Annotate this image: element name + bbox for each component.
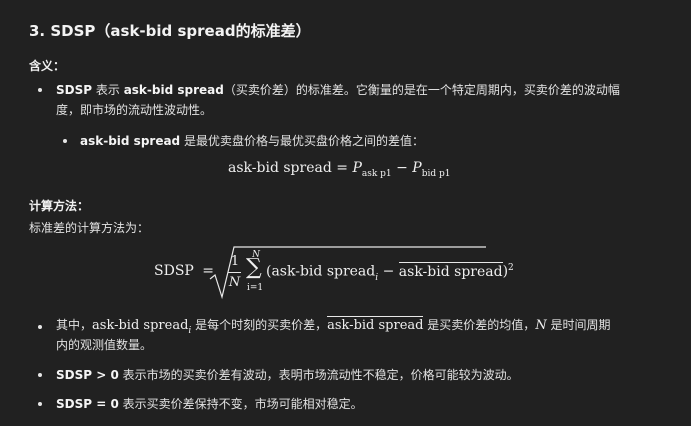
formula1-minus: − [396, 160, 408, 176]
bullet-dot [38, 402, 42, 406]
bullet-dot [63, 139, 67, 143]
sdsp-zero-term: SDSP = 0 [56, 397, 119, 411]
method-text: 标准差的计算方法为： [29, 221, 150, 235]
list-item-spread-definition: ask-bid spread 是最优卖盘价格与最优买盘价格之间的差值： [80, 130, 424, 152]
where-line2: 内的观测值数量。 [56, 338, 153, 352]
formula1-p2: P [412, 160, 422, 176]
formula2-lhs-text: SDSP [154, 263, 194, 279]
bullet-dot [38, 373, 42, 377]
sdsp-positive-text: 表示市场的买卖价差有波动，表明市场流动性不稳定，价格可能较为波动。 [118, 368, 519, 382]
where-mean: ask-bid spread [327, 316, 424, 333]
fraction-den: N [228, 275, 241, 290]
formula1-p: P [352, 160, 362, 176]
list-item-sdsp-definition: SDSP 表示 ask-bid spread（买卖价差）的标准差。它衡量的是在一… [56, 79, 620, 101]
sum-bottom: i=1 [247, 283, 264, 293]
formula1-lhs: ask-bid spread [228, 160, 332, 176]
formula2-term: (ask-bid spreadi − ask-bid spread)2 [266, 261, 514, 283]
where-text-b: 是买卖价差的均值， [423, 318, 536, 332]
where-n: N [535, 318, 547, 333]
formula2-term-sub: i [375, 272, 379, 283]
section-heading: 3. SDSP（ask-bid spread的标准差） [29, 22, 311, 40]
where-text-c: 是时间周期 [546, 318, 611, 332]
meaning-label: 含义： [29, 59, 66, 73]
formula1-eq: = [336, 160, 348, 176]
bullet-dot [38, 88, 42, 92]
formula2-pow: 2 [508, 263, 514, 273]
sdsp-term: SDSP [56, 83, 93, 97]
formula2-minus: − [382, 263, 395, 280]
sum-symbol: ∑ [246, 255, 262, 280]
formula2-term-open: (ask-bid spread [266, 263, 376, 280]
sdsp-zero-text: 表示买卖价差保持不变，市场可能相对稳定。 [118, 397, 363, 411]
item1-text-b: （买卖价差）的标准差。它衡量的是在一个特定周期内，买卖价差的波动幅 [223, 83, 620, 97]
where-sub: i [188, 326, 192, 336]
where-text-a: 是每个时刻的买卖价差， [191, 318, 328, 332]
bullet-dot [38, 325, 42, 329]
item1-line2: 度，即市场的流动性波动性。 [56, 103, 213, 117]
spread-term: ask-bid spread [80, 134, 181, 148]
item1-text-a: 表示 [92, 83, 124, 97]
formula1-sub2: bid p1 [421, 169, 451, 179]
method-label: 计算方法： [29, 199, 90, 213]
formula2-lhs: SDSP = [154, 263, 214, 279]
list-item-sdsp-zero: SDSP = 0 表示买卖价差保持不变，市场可能相对稳定。 [56, 393, 363, 415]
spread-term: ask-bid spread [123, 83, 224, 97]
where-prefix: 其中， [56, 318, 93, 332]
list-item-sdsp-positive: SDSP > 0 表示市场的买卖价差有波动，表明市场流动性不稳定，价格可能较为波… [56, 364, 519, 386]
subitem-text: 是最优卖盘价格与最优买盘价格之间的差值： [180, 134, 424, 148]
formula2-mean: ask-bid spread [398, 261, 503, 280]
where-term: ask-bid spread [92, 318, 189, 333]
sdsp-positive-term: SDSP > 0 [56, 368, 119, 382]
formula-spread: ask-bid spread = Pask p1 − Pbid p1 [228, 160, 451, 179]
formula1-sub1: ask p1 [361, 169, 392, 179]
fraction-num: 1 [230, 254, 240, 269]
fraction-bar [228, 272, 241, 273]
